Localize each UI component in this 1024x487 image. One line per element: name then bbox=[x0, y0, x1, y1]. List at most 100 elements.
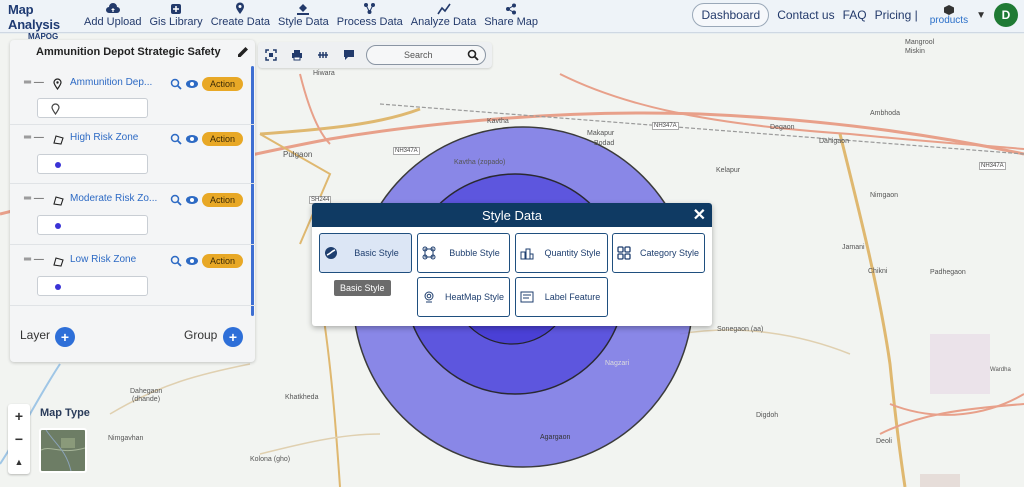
compass-icon[interactable]: ▲ bbox=[8, 450, 30, 473]
scrollbar[interactable] bbox=[251, 66, 254, 316]
drag-handle-icon[interactable]: ═ — bbox=[24, 193, 44, 204]
search-input[interactable]: Search bbox=[366, 45, 486, 65]
nav-process-data[interactable]: Process Data bbox=[333, 2, 407, 28]
tooltip: Basic Style bbox=[334, 280, 391, 296]
map-label: Makapur bbox=[587, 130, 615, 137]
fullscreen-icon[interactable] bbox=[258, 42, 284, 68]
nav-gis-library[interactable]: Gis Library bbox=[146, 2, 207, 28]
map-label: Kelapur bbox=[716, 167, 741, 174]
cloud-upload-icon bbox=[105, 2, 120, 15]
search-icon[interactable] bbox=[467, 49, 479, 63]
products-label: products bbox=[929, 15, 969, 26]
layer-ops: Action bbox=[170, 193, 244, 207]
category-style-button[interactable]: Category Style bbox=[612, 233, 705, 273]
dashboard-button[interactable]: Dashboard bbox=[692, 3, 770, 27]
eye-icon[interactable] bbox=[185, 256, 199, 266]
nav-add-upload[interactable]: Add Upload bbox=[80, 2, 146, 28]
map-label: Bodad bbox=[594, 140, 615, 147]
map-label: Nimgavhan bbox=[108, 435, 144, 442]
layer-name[interactable]: Ammunition Dep... bbox=[70, 77, 160, 88]
nav-style-data[interactable]: Style Data bbox=[274, 2, 333, 28]
print-icon[interactable] bbox=[284, 42, 310, 68]
nav-create-data[interactable]: Create Data bbox=[207, 2, 274, 28]
comment-icon[interactable] bbox=[336, 42, 362, 68]
close-icon[interactable]: ✕ bbox=[693, 205, 706, 225]
map-label: Wardha bbox=[990, 367, 1011, 373]
caret-down-icon[interactable]: ▼ bbox=[976, 10, 986, 21]
products-menu[interactable]: products bbox=[930, 4, 968, 26]
map-type-thumbnail[interactable] bbox=[39, 428, 87, 473]
box-icon bbox=[943, 5, 954, 15]
legend-box bbox=[37, 98, 148, 118]
add-layer-button[interactable]: + bbox=[55, 327, 75, 347]
pricing-link[interactable]: Pricing | bbox=[875, 8, 918, 22]
quantity-style-button[interactable]: Quantity Style bbox=[515, 233, 608, 273]
road-label: NH347A bbox=[652, 122, 679, 130]
paint-bucket-icon bbox=[296, 2, 310, 15]
eye-icon[interactable] bbox=[185, 79, 199, 89]
process-icon bbox=[363, 2, 377, 15]
nav-label: Process Data bbox=[336, 16, 403, 28]
map-label: Dahigaon bbox=[819, 138, 849, 145]
action-button[interactable]: Action bbox=[202, 132, 244, 146]
pencil-icon[interactable] bbox=[237, 45, 249, 63]
nav-share-map[interactable]: Share Map bbox=[480, 2, 542, 28]
divider bbox=[10, 305, 255, 306]
nav-analyze-data[interactable]: Analyze Data bbox=[407, 2, 480, 28]
eye-icon[interactable] bbox=[185, 134, 199, 144]
zoom-to-layer-icon[interactable] bbox=[170, 78, 182, 90]
category-style-icon bbox=[613, 246, 635, 260]
drag-handle-icon[interactable]: ═ — bbox=[24, 77, 44, 88]
road-label: NH347A bbox=[393, 147, 420, 155]
map-label: Chikni bbox=[868, 268, 888, 275]
layer-name[interactable]: High Risk Zone bbox=[70, 132, 160, 143]
drag-handle-icon[interactable]: ═ — bbox=[24, 254, 44, 265]
map-label: Kavtha bbox=[487, 118, 509, 125]
map-type-label: Map Type bbox=[40, 407, 90, 419]
zoom-out-button[interactable]: − bbox=[8, 427, 30, 450]
action-button[interactable]: Action bbox=[202, 77, 244, 91]
layer-name[interactable]: Moderate Risk Zo... bbox=[70, 193, 160, 204]
legend-swatch bbox=[55, 284, 61, 290]
group-label: Group bbox=[184, 328, 218, 342]
drag-handle-icon[interactable]: ═ — bbox=[24, 132, 44, 143]
map-label: Digdoh bbox=[756, 412, 779, 419]
brand-name: Map Analysis bbox=[8, 2, 60, 32]
avatar[interactable]: D bbox=[994, 3, 1018, 27]
add-group-button[interactable]: + bbox=[223, 327, 243, 347]
project-title: Ammunition Depot Strategic Safety bbox=[36, 46, 221, 58]
basic-style-button[interactable]: Basic Style bbox=[319, 233, 412, 273]
main-nav: Add Upload Gis Library Create Data Style… bbox=[80, 2, 542, 28]
label-feature-button[interactable]: Label Feature bbox=[515, 277, 608, 317]
map-label: Dahegaon bbox=[130, 388, 163, 395]
bubble-style-button[interactable]: Bubble Style bbox=[417, 233, 510, 273]
map-label: Agargaon bbox=[540, 434, 571, 441]
legend-box bbox=[37, 154, 148, 174]
map-label: Degaon bbox=[770, 124, 795, 131]
zoom-to-layer-icon[interactable] bbox=[170, 255, 182, 267]
eye-icon[interactable] bbox=[185, 195, 199, 205]
nav-label: Gis Library bbox=[149, 16, 203, 28]
faq-link[interactable]: FAQ bbox=[843, 8, 867, 22]
zoom-in-button[interactable]: + bbox=[8, 404, 30, 427]
layer-ops: Action bbox=[170, 77, 244, 91]
zoom-to-layer-icon[interactable] bbox=[170, 194, 182, 206]
contact-link[interactable]: Contact us bbox=[777, 8, 834, 22]
layer-panel: Ammunition Depot Strategic Safety ═ — Am… bbox=[10, 40, 255, 362]
heatmap-style-button[interactable]: HeatMap Style bbox=[417, 277, 510, 317]
brand-logo[interactable]: Map Analysis MAPOG bbox=[8, 2, 78, 41]
map-label: Nimgaon bbox=[870, 192, 899, 199]
layer-label: Layer bbox=[20, 328, 51, 342]
style-button-label: Bubble Style bbox=[449, 248, 500, 258]
divider bbox=[10, 183, 255, 184]
layer-ops: Action bbox=[170, 132, 244, 146]
zoom-to-layer-icon[interactable] bbox=[170, 133, 182, 145]
map-label: Sonegaon (aa) bbox=[717, 326, 764, 333]
layer-name[interactable]: Low Risk Zone bbox=[70, 254, 160, 265]
polygon-layer-icon bbox=[53, 254, 64, 272]
action-button[interactable]: Action bbox=[202, 254, 244, 268]
action-button[interactable]: Action bbox=[202, 193, 244, 207]
style-button-label: Basic Style bbox=[354, 248, 399, 258]
measure-icon[interactable] bbox=[310, 42, 336, 68]
nav-label: Style Data bbox=[278, 16, 329, 28]
